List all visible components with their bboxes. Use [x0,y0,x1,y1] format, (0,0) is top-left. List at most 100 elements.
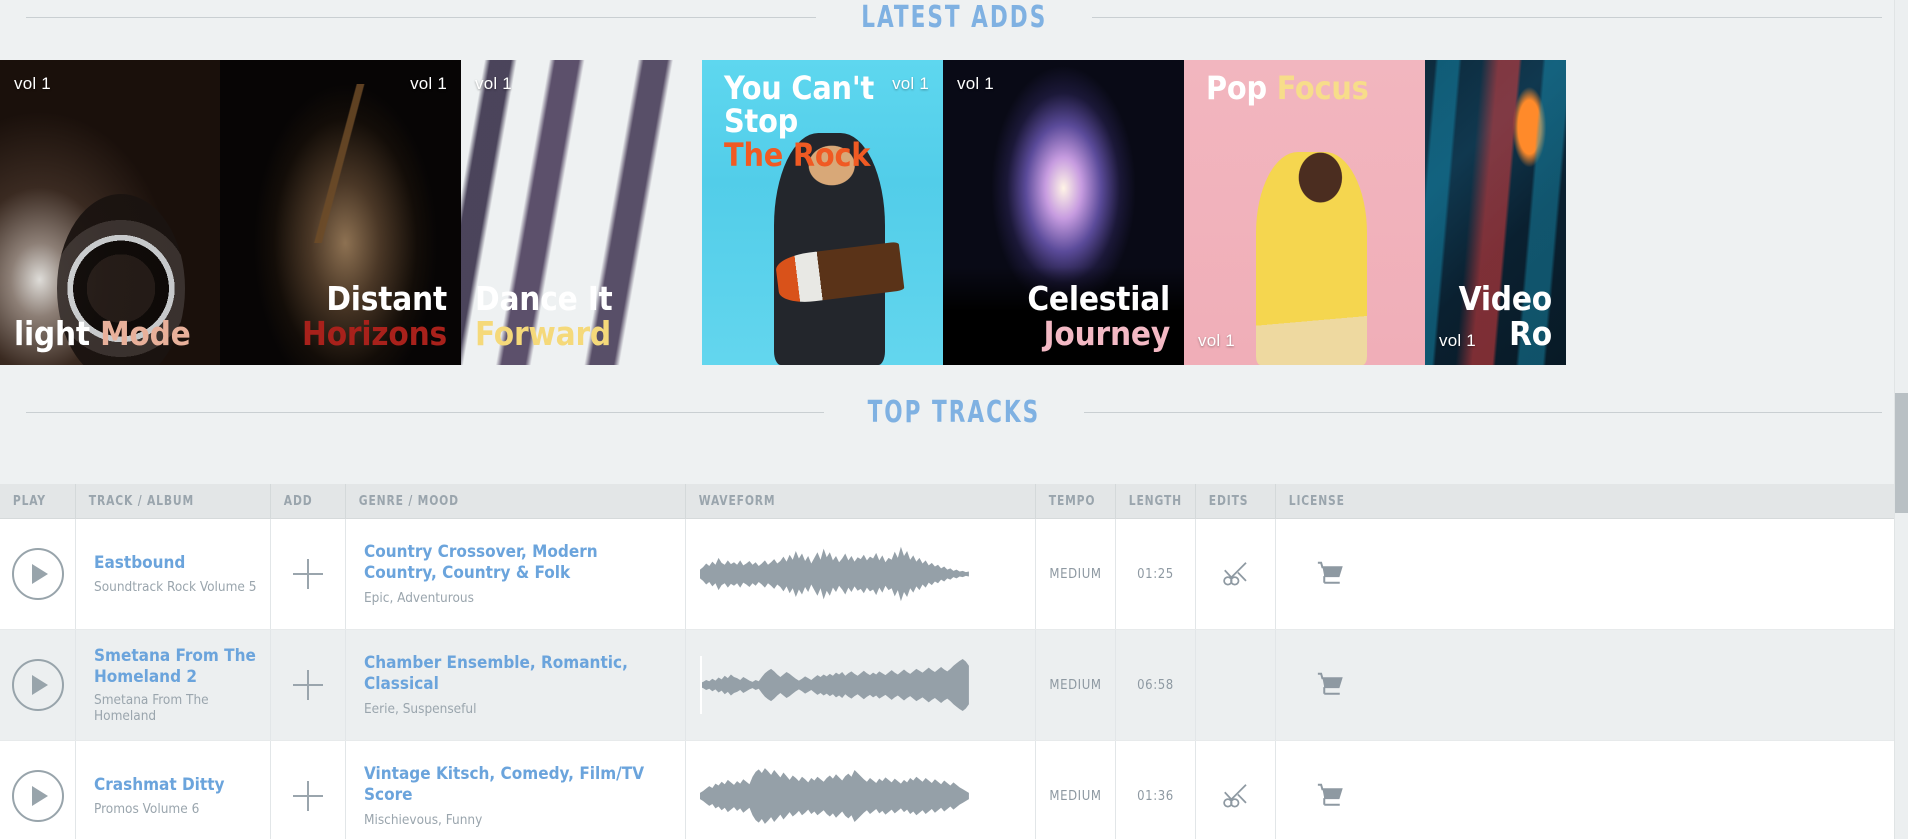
track-cell: Eastbound Soundtrack Rock Volume 5 [75,519,270,629]
album-card[interactable]: vol 1 Distant Horizons [220,60,461,365]
length-cell: 01:36 [1115,741,1195,839]
album-title-part-2: The Rock [724,135,871,174]
column-header-edits[interactable]: EDITS [1195,484,1269,518]
album-title-part-2: Horizons [302,313,447,353]
mood-tags: Epic, Adventurous [364,589,474,606]
genre-cell: Vintage Kitsch, Comedy, Film/TV Score Mis… [345,741,685,839]
album-title-part-1: You Can't Stop [724,69,875,141]
add-cell [270,519,345,629]
column-header-tempo[interactable]: TEMPO [1035,484,1109,518]
volume-badge: vol 1 [410,74,447,93]
album-card[interactable]: vol 1 Pop Focus [1184,60,1425,365]
plus-icon[interactable] [293,781,323,811]
album-title: Video Ro [1459,282,1553,351]
track-cell: Crashmat Ditty Promos Volume 6 [75,741,270,839]
tempo-cell: MEDIUM [1035,630,1115,740]
album-title: Celestial Journey [943,282,1170,351]
playhead-cursor[interactable] [700,656,702,714]
table-row[interactable]: Crashmat Ditty Promos Volume 6 Vintage Kit… [0,741,1895,839]
cart-icon[interactable] [1316,670,1346,700]
cart-icon[interactable] [1316,559,1346,589]
column-header-length[interactable]: LENGTH [1115,484,1189,518]
scissors-icon[interactable] [1221,559,1251,589]
column-header-waveform[interactable]: WAVEFORM [685,484,1007,518]
table-row[interactable]: Eastbound Soundtrack Rock Volume 5 Country… [0,519,1895,630]
album-title-part-1: Dance It [475,279,613,319]
latest-adds-heading: LATEST ADDS [0,0,1908,35]
top-tracks-heading: TOP TRACKS [0,395,1908,430]
add-cell [270,630,345,740]
genre-tags[interactable]: Country Crossover, Modern Country, Count… [364,542,673,583]
mood-tags: Mischievous, Funny [364,811,483,828]
plus-icon[interactable] [293,559,323,589]
page-root: LATEST ADDS vol 1 light Mode vol 1 Distant … [0,0,1908,839]
track-title[interactable]: Eastbound [94,553,185,574]
album-title-part-2: Forward [475,313,611,353]
cart-icon[interactable] [1316,781,1346,811]
length-value: 06:58 [1137,677,1174,693]
track-album: Promos Volume 6 [94,800,200,817]
track-album: Soundtrack Rock Volume 5 [94,578,257,595]
album-title-part-2: Mode [89,313,191,353]
column-header-track[interactable]: TRACK / ALBUM [75,484,254,518]
album-card[interactable]: vol 1 light Mode [0,60,220,365]
plus-icon[interactable] [293,670,323,700]
waveform-cell[interactable] [685,741,1035,839]
heading-rule-left [26,16,816,18]
play-icon[interactable] [11,770,64,822]
genre-cell: Chamber Ensemble, Romantic, Classical Eer… [345,630,685,740]
tempo-value: MEDIUM [1049,677,1102,693]
tempo-cell: MEDIUM [1035,741,1115,839]
play-icon[interactable] [11,548,64,600]
album-card[interactable]: vol 1 You Can't Stop The Rock [702,60,943,365]
waveform-icon[interactable] [700,539,972,609]
table-body: Eastbound Soundtrack Rock Volume 5 Country… [0,519,1895,839]
play-triangle [32,564,48,584]
volume-badge: vol 1 [957,74,994,93]
play-cell [0,519,75,629]
play-icon[interactable] [11,659,64,711]
waveform-icon[interactable] [700,650,972,720]
album-title-part-1: light [14,313,90,353]
track-cell: Smetana From The Homeland 2 Smetana From … [75,630,270,740]
heading-rule-left-2 [26,411,825,413]
heading-rule-right-2 [1083,411,1882,413]
scissors-icon[interactable] [1221,781,1251,811]
length-cell: 01:25 [1115,519,1195,629]
license-cell [1275,741,1385,839]
album-card[interactable]: vol 1 Dance It Forward [461,60,702,365]
album-title-part-1: Distant [326,279,447,319]
edits-cell [1195,630,1275,740]
page-scrollbar-thumb[interactable] [1895,393,1908,513]
play-cell [0,630,75,740]
latest-adds-carousel[interactable]: vol 1 light Mode vol 1 Distant Horizons vol … [0,60,1908,365]
track-title[interactable]: Crashmat Ditty [94,775,225,796]
waveform-cell[interactable] [685,630,1035,740]
genre-tags[interactable]: Vintage Kitsch, Comedy, Film/TV Score [364,764,673,805]
top-tracks-table: PLAY TRACK / ALBUM ADD GENRE / MOOD WAVEFORM… [0,484,1895,839]
mood-tags: Eerie, Suspenseful [364,700,477,717]
column-header-license[interactable]: LICENSE [1275,484,1376,518]
album-title: light Mode [14,313,191,353]
column-header-play[interactable]: PLAY [0,484,69,518]
page-scrollbar-track[interactable] [1894,0,1908,839]
length-value: 01:25 [1137,566,1174,582]
track-title[interactable]: Smetana From The Homeland 2 [94,646,270,687]
album-title: Pop Focus [1206,71,1369,105]
album-title: You Can't Stop The Rock [724,69,943,174]
add-cell [270,741,345,839]
column-header-add[interactable]: ADD [270,484,339,518]
album-title-part-2: Journey [1043,313,1171,353]
column-header-genre[interactable]: GENRE / MOOD [345,484,658,518]
play-cell [0,741,75,839]
edits-cell [1195,519,1275,629]
album-card[interactable]: vol 1 Celestial Journey [943,60,1184,365]
waveform-icon[interactable] [700,761,972,831]
table-header-row: PLAY TRACK / ALBUM ADD GENRE / MOOD WAVEFORM… [0,484,1895,519]
genre-tags[interactable]: Chamber Ensemble, Romantic, Classical [364,653,673,694]
album-card[interactable]: vol 1 Video Ro [1425,60,1566,365]
table-row[interactable]: Smetana From The Homeland 2 Smetana From … [0,630,1895,741]
tempo-value: MEDIUM [1049,566,1102,582]
waveform-cell[interactable] [685,519,1035,629]
genre-cell: Country Crossover, Modern Country, Count… [345,519,685,629]
